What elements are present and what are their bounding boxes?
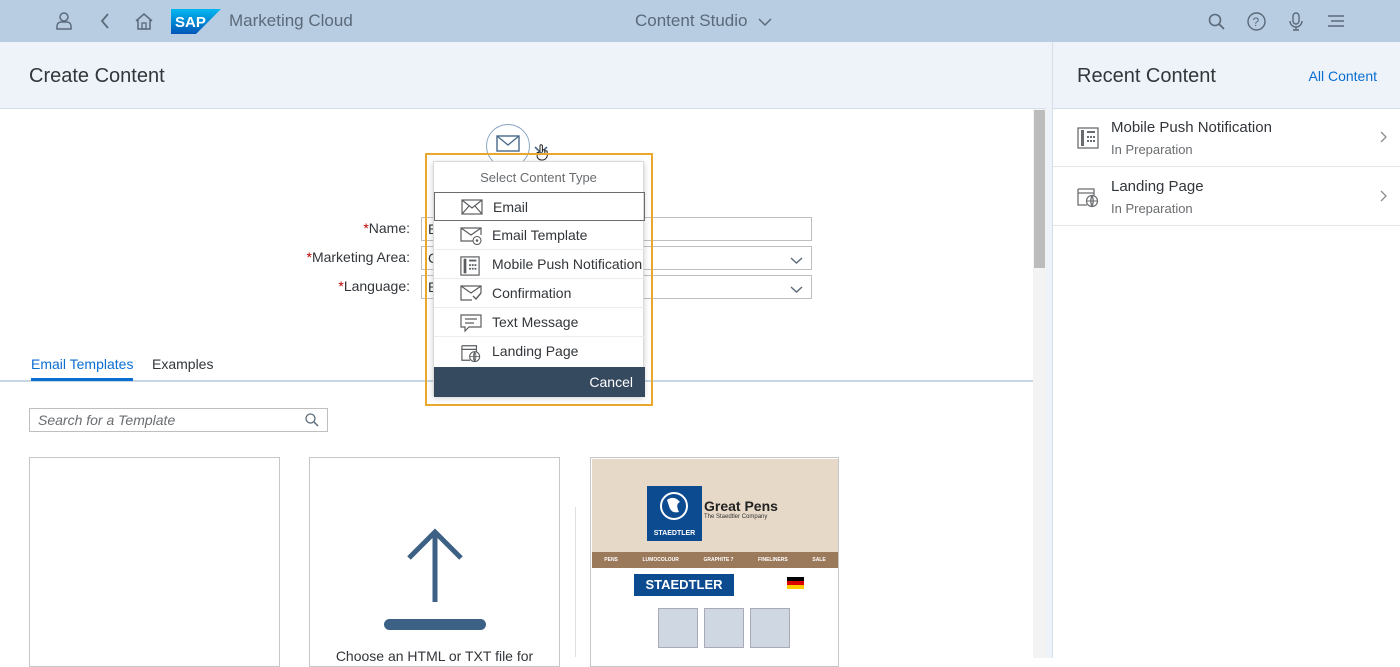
chevron-right-icon (1379, 130, 1387, 148)
search-input[interactable] (30, 409, 290, 431)
sap-logo[interactable]: SAP (171, 9, 221, 34)
mobile-push-icon (1077, 127, 1099, 154)
sap-logo-text: SAP (175, 14, 206, 31)
recent-header: Recent Content All Content (1053, 42, 1400, 109)
page-title: Create Content (29, 65, 165, 87)
preview-brand: Great Pens (704, 498, 778, 514)
preview-nav-item: FINELINERS (758, 557, 788, 563)
content-type-label: Email Template (492, 227, 588, 243)
preview-tagline: The Staedtler Company (704, 514, 768, 520)
content-type-email[interactable]: Email (434, 192, 645, 221)
content-type-landing-page[interactable]: Landing Page (434, 337, 645, 366)
preview-product-image (658, 608, 698, 648)
chevron-right-icon (1379, 189, 1387, 207)
text-message-icon (460, 314, 482, 333)
content-type-label: Text Message (492, 314, 579, 330)
popover-footer: Cancel (434, 367, 645, 397)
user-icon[interactable] (53, 10, 75, 32)
popover-title: Select Content Type (480, 170, 597, 185)
template-search[interactable] (29, 408, 328, 432)
confirmation-icon (460, 285, 482, 303)
landing-page-icon (1077, 186, 1099, 213)
app-name: Marketing Cloud (229, 11, 353, 30)
landing-page-icon (460, 343, 482, 363)
preview-nav: PENS LUMOCOLOUR GRAPHITE 7 FINELINERS SA… (592, 552, 838, 568)
recent-title: Recent Content (1077, 65, 1216, 87)
content-type-label: Email (493, 199, 529, 215)
content-type-label: Landing Page (492, 343, 579, 359)
app-switcher-label: Content Studio (635, 11, 748, 30)
svg-text:?: ? (1252, 15, 1259, 29)
email-icon (461, 199, 483, 217)
preview-header: STAEDTLER Great Pens The Staedtler Compa… (592, 459, 838, 552)
german-flag-icon (787, 576, 804, 589)
microphone-icon[interactable] (1285, 10, 1307, 32)
language-label: *Language: (338, 278, 410, 294)
preview-nav-item: SALE (812, 557, 826, 563)
content-type-mobile-push[interactable]: Mobile Push Notification (434, 250, 645, 279)
preview-product-image (704, 608, 744, 648)
preview-nav-item: PENS (604, 557, 618, 563)
preview-nav-item: LUMOCOLOUR (642, 557, 679, 563)
app-switcher[interactable]: Content Studio (635, 11, 772, 32)
chevron-down-icon (790, 281, 803, 297)
email-template-icon (460, 227, 482, 246)
all-content-link[interactable]: All Content (1309, 68, 1377, 84)
template-preview-tile[interactable]: STAEDTLER Great Pens The Staedtler Compa… (590, 457, 839, 667)
content-type-label: Mobile Push Notification (492, 256, 643, 272)
tile-divider (575, 507, 576, 657)
scrollbar-thumb[interactable] (1034, 110, 1045, 268)
tab-examples[interactable]: Examples (152, 356, 213, 372)
staedtler-logo: STAEDTLER (647, 486, 702, 541)
recent-item-name: Landing Page (1111, 178, 1204, 195)
search-icon[interactable] (305, 413, 319, 432)
mobile-push-icon (460, 256, 482, 276)
content-type-label: Confirmation (492, 285, 572, 301)
chevron-down-icon (790, 252, 803, 268)
upload-icon (382, 526, 488, 641)
blank-template-tile[interactable] (29, 457, 280, 667)
content-type-popover: Select Content Type Email Email Template… (433, 161, 645, 397)
upload-tile-text: Choose an HTML or TXT file for (335, 648, 534, 664)
logo-label: STAEDTLER (653, 530, 696, 537)
notifications-icon[interactable] (1325, 10, 1347, 32)
recent-content-panel: Recent Content All Content Mobile Push N… (1052, 42, 1400, 658)
home-icon[interactable] (133, 10, 155, 32)
name-label: *Name: (363, 220, 410, 236)
back-icon[interactable] (94, 10, 116, 32)
tab-email-templates[interactable]: Email Templates (31, 356, 134, 381)
search-icon[interactable] (1205, 10, 1227, 32)
upload-template-tile[interactable]: Choose an HTML or TXT file for (309, 457, 560, 667)
content-type-email-template[interactable]: Email Template (434, 221, 645, 250)
help-icon[interactable]: ? (1245, 10, 1267, 32)
shell-bar: SAP Marketing Cloud Content Studio ? (0, 0, 1400, 42)
recent-item-mobile-push[interactable]: Mobile Push Notification In Preparation (1053, 109, 1400, 167)
preview-staedtler-banner: STAEDTLER (634, 574, 734, 596)
content-type-text-message[interactable]: Text Message (434, 308, 645, 337)
recent-item-landing-page[interactable]: Landing Page In Preparation (1053, 168, 1400, 226)
page-header: Create Content (0, 42, 1046, 109)
recent-item-status: In Preparation (1111, 142, 1193, 157)
content-type-confirmation[interactable]: Confirmation (434, 279, 645, 308)
cancel-button[interactable]: Cancel (589, 374, 633, 390)
preview-nav-item: GRAPHITE 7 (703, 557, 734, 563)
recent-item-name: Mobile Push Notification (1111, 119, 1272, 136)
marketing-area-label: *Marketing Area: (306, 249, 410, 265)
chevron-down-icon (758, 12, 772, 32)
recent-item-status: In Preparation (1111, 201, 1193, 216)
preview-product-image (750, 608, 790, 648)
